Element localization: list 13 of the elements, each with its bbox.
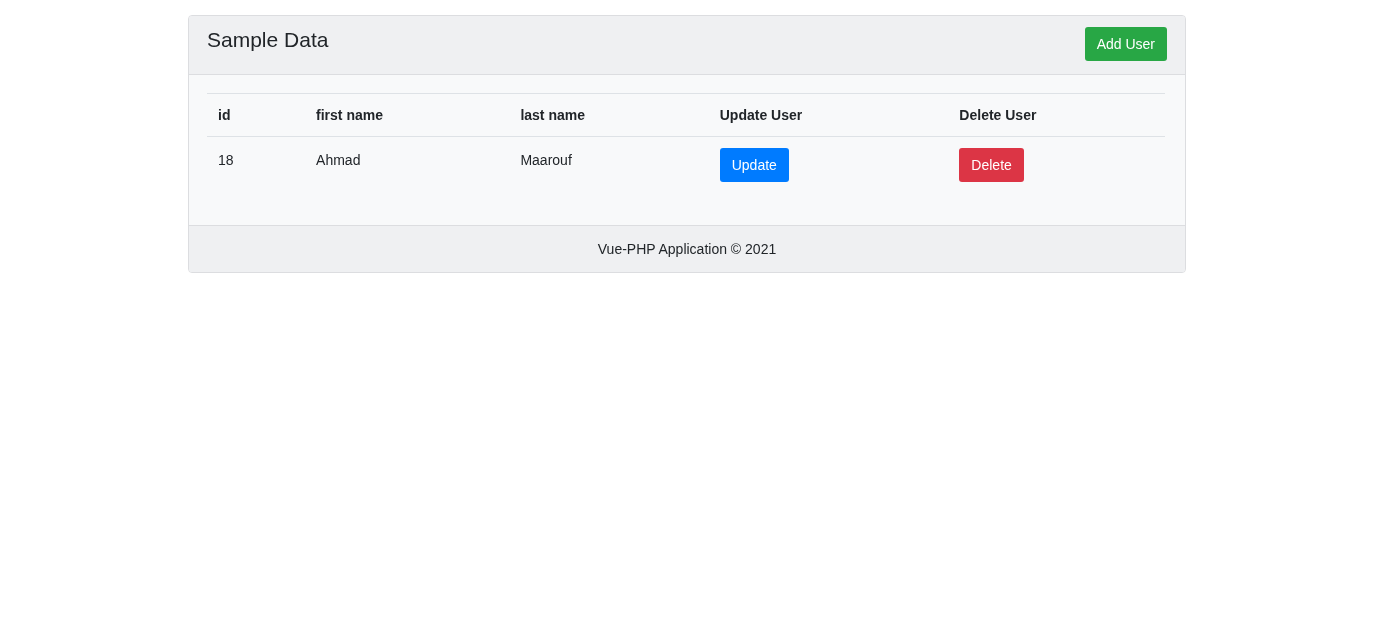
column-header: Update User xyxy=(708,93,949,137)
delete-button[interactable]: Delete xyxy=(959,148,1024,182)
column-header: Delete User xyxy=(948,93,1165,137)
table-cell: Maarouf xyxy=(520,152,572,168)
column-header: last name xyxy=(509,93,709,137)
table-cell: Ahmad xyxy=(316,152,361,168)
table-cell: 18 xyxy=(218,152,234,168)
update-button[interactable]: Update xyxy=(719,148,789,182)
column-header: first name xyxy=(305,93,510,137)
add-user-button[interactable]: Add User xyxy=(1084,27,1167,61)
card-title: Sample Data xyxy=(207,28,329,52)
column-header: id xyxy=(207,93,306,137)
footer-text: Vue-PHP Application © 2021 xyxy=(597,241,777,257)
